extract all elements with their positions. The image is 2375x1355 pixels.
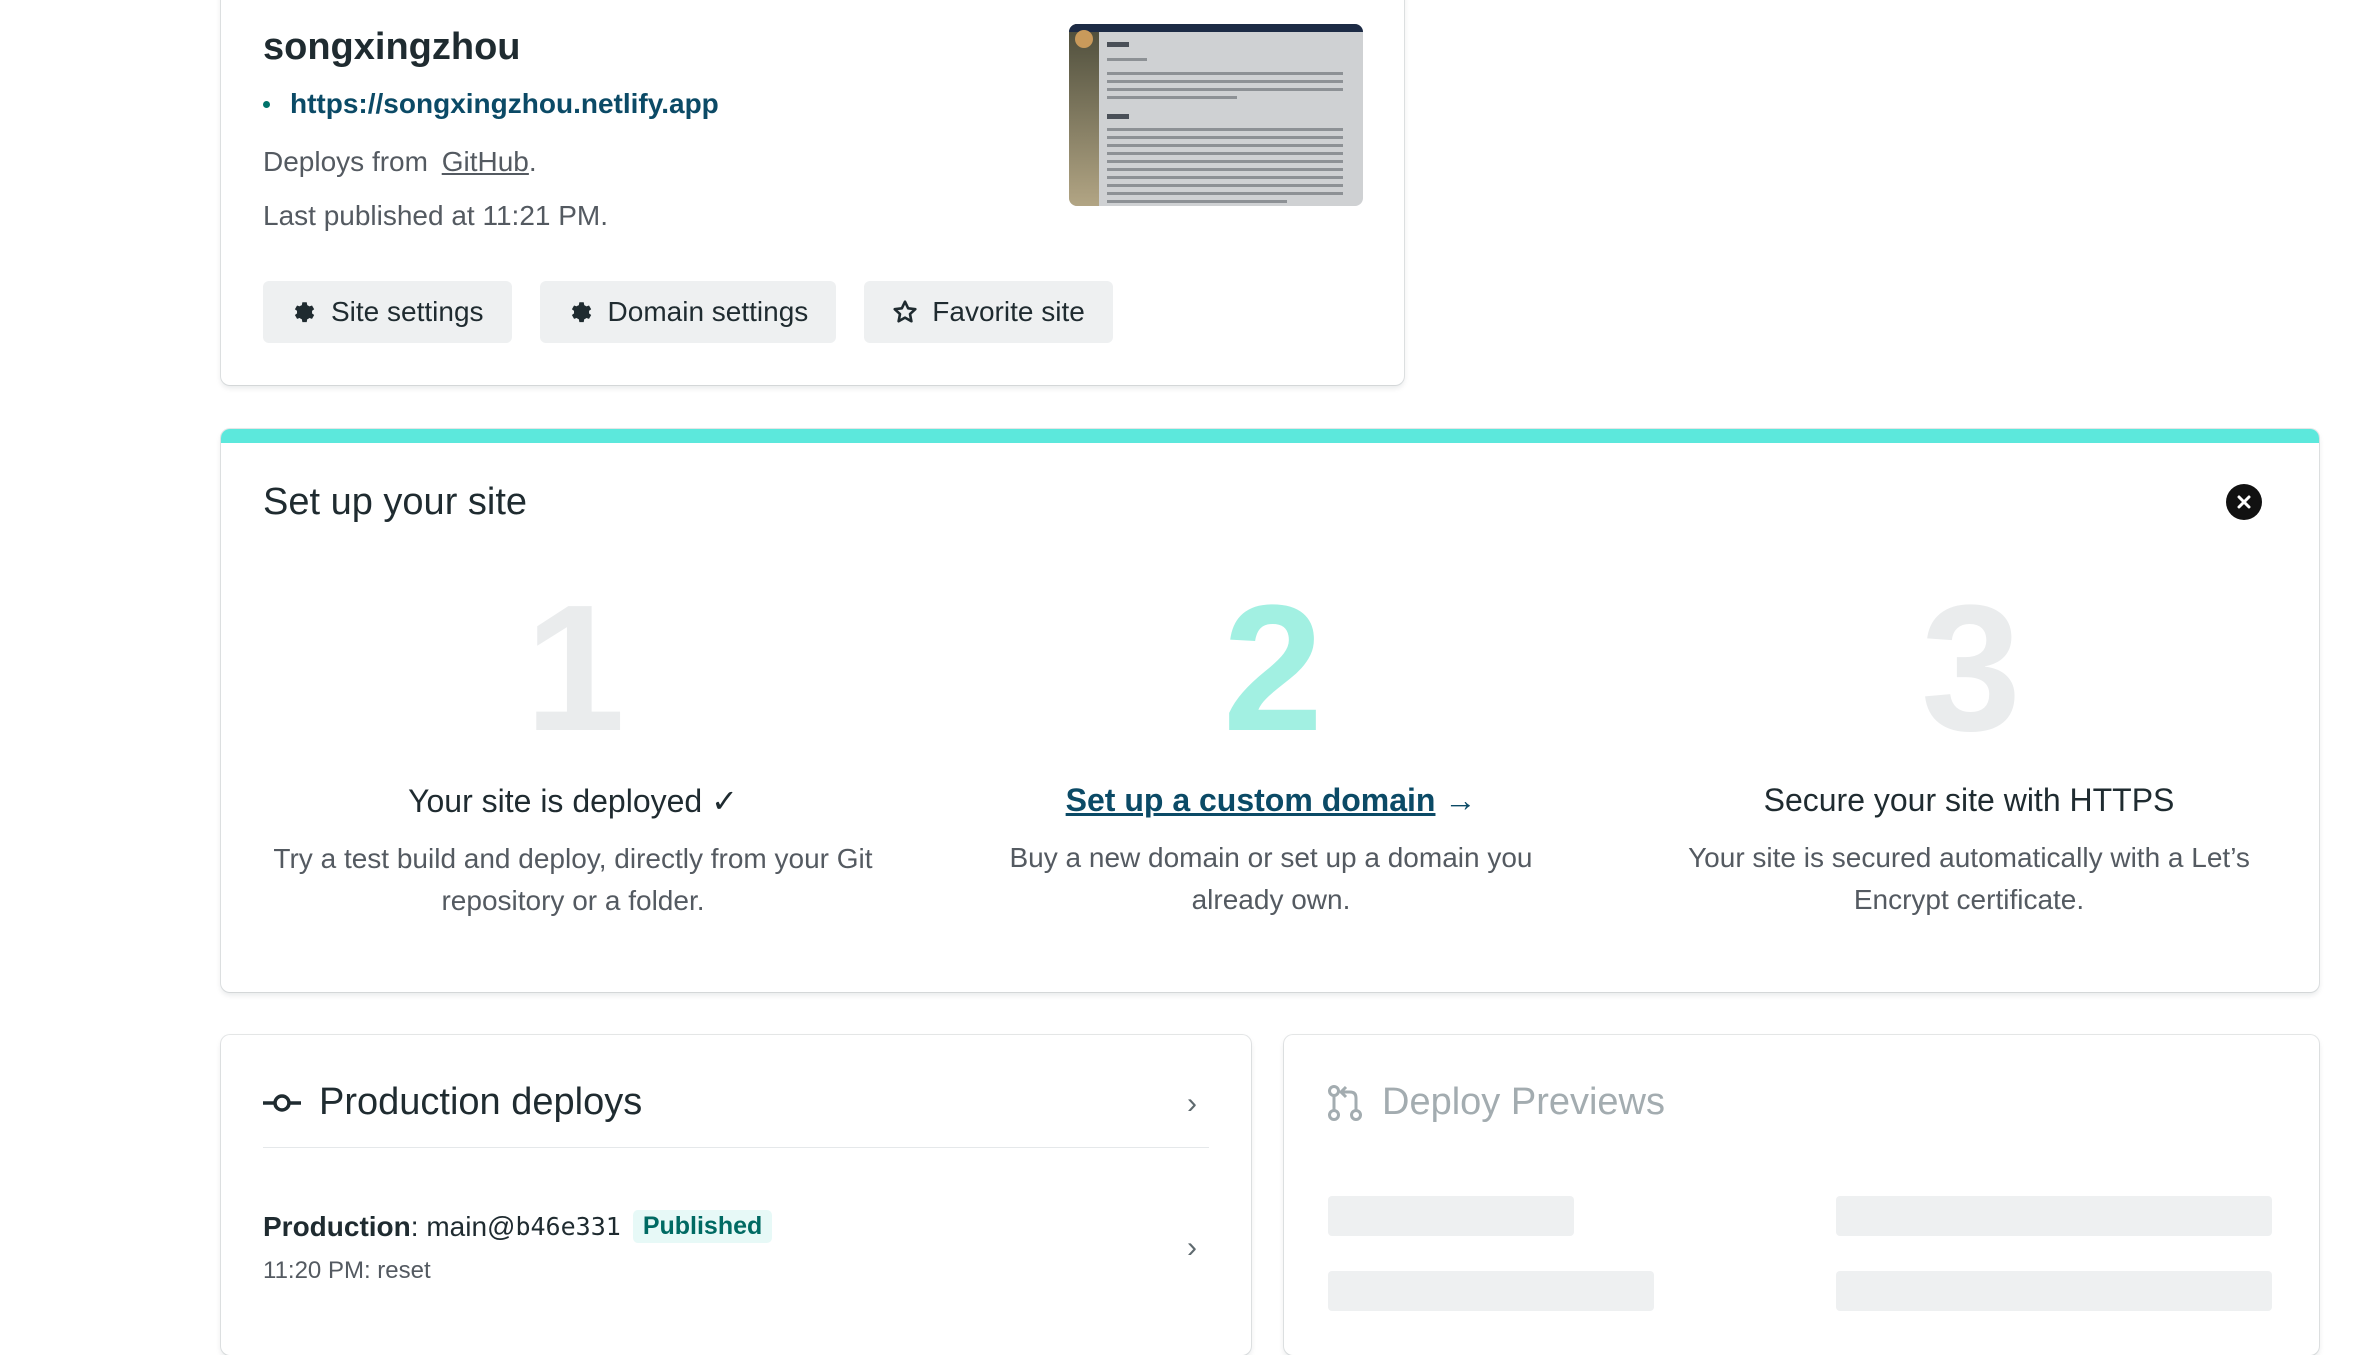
thumbnail-text-line: [1107, 184, 1343, 187]
accent-strip: [221, 429, 2319, 443]
dismiss-setup-button[interactable]: [2226, 484, 2262, 520]
github-link[interactable]: GitHub: [442, 146, 529, 177]
step-number: 1: [524, 568, 625, 769]
thumbnail-text-line: [1107, 136, 1343, 139]
step-description: Try a test build and deploy, directly fr…: [273, 843, 873, 916]
deploy-previews-header: Deploy Previews: [1326, 1081, 1665, 1124]
thumbnail-text-line: [1107, 176, 1343, 179]
arrow-right-icon: →: [1435, 782, 1477, 818]
commit-icon: [263, 1093, 301, 1112]
thumbnail-text-line: [1107, 80, 1343, 83]
site-action-buttons: Site settings Domain settings Favorite s…: [263, 281, 1113, 343]
deploy-branch: main@: [426, 1210, 516, 1242]
thumbnail-text-line: [1107, 128, 1343, 131]
production-deploys-title: Production deploys: [319, 1081, 643, 1123]
thumbnail-text-line: [1107, 144, 1343, 147]
step-number: 2: [1222, 568, 1323, 769]
thumbnail-heading: [1107, 42, 1129, 47]
site-preview-thumbnail[interactable]: [1069, 24, 1363, 206]
favorite-site-button[interactable]: Favorite site: [864, 281, 1113, 343]
setup-custom-domain-link[interactable]: Set up a custom domain →: [961, 782, 1581, 819]
deploy-row[interactable]: Production: main@ b46e331 Published: [263, 1210, 773, 1243]
gear-icon: [571, 302, 591, 323]
thumbnail-avatar: [1075, 30, 1093, 48]
thumbnail-text-line: [1107, 152, 1343, 155]
site-url-row: https://songxingzhou.netlify.app: [263, 88, 719, 120]
step-description: Buy a new domain or set up a domain you …: [1009, 842, 1533, 915]
setup-title: Set up your site: [263, 481, 528, 523]
step-https: 3 Secure your site with HTTPS Your site …: [1659, 568, 2279, 921]
production-deploys-header[interactable]: Production deploys: [263, 1081, 642, 1124]
bullet-icon: [263, 100, 270, 108]
thumbnail-text-line: [1107, 200, 1287, 203]
deploy-context: Production: [263, 1210, 411, 1242]
chevron-right-icon[interactable]: ›: [1187, 1231, 1197, 1265]
pull-request-icon: [1328, 1084, 1362, 1121]
thumbnail-text-line: [1107, 72, 1343, 75]
star-icon: [893, 300, 917, 323]
step-title: Secure your site with HTTPS: [1763, 782, 2175, 818]
deploy-source: Deploys from GitHub.: [263, 146, 537, 178]
thumbnail-sidebar: [1069, 24, 1099, 206]
favorite-site-label: Favorite site: [932, 296, 1085, 327]
thumbnail-text-line: [1107, 160, 1343, 163]
step-title: Your site is deployed ✓: [408, 783, 738, 819]
step-custom-domain: 2 Set up a custom domain → Buy a new dom…: [961, 568, 1581, 921]
deploy-previews-title: Deploy Previews: [1382, 1081, 1665, 1123]
thumbnail-text-line: [1107, 88, 1343, 91]
deploy-source-suffix: .: [528, 146, 537, 177]
step-description: Your site is secured automatically with …: [1688, 842, 2250, 915]
gear-icon: [294, 302, 315, 323]
chevron-right-icon[interactable]: ›: [1187, 1087, 1197, 1121]
thumbnail-text-line: [1107, 58, 1147, 61]
site-settings-label: Site settings: [331, 296, 484, 327]
site-overview-card: songxingzhou https://songxingzhou.netlif…: [221, 0, 1404, 385]
thumbnail-text-line: [1107, 192, 1343, 195]
deploy-commit: b46e331: [515, 1212, 621, 1241]
loading-placeholder: [1328, 1271, 1654, 1311]
domain-settings-label: Domain settings: [607, 296, 809, 327]
site-url-link[interactable]: https://songxingzhou.netlify.app: [290, 88, 719, 120]
loading-placeholder: [1836, 1271, 2272, 1311]
production-deploys-card: Production deploys › Production: main@ b4…: [221, 1035, 1251, 1355]
loading-placeholder: [1328, 1196, 1574, 1236]
step-number: 3: [1920, 568, 2021, 769]
thumbnail-text-line: [1107, 168, 1343, 171]
thumbnail-heading: [1107, 114, 1129, 119]
close-icon: [2237, 495, 2251, 509]
deploy-source-prefix: Deploys from: [263, 146, 428, 177]
site-settings-button[interactable]: Site settings: [263, 281, 512, 343]
loading-placeholder: [1836, 1196, 2272, 1236]
thumbnail-topbar: [1069, 24, 1363, 32]
deploy-previews-card: Deploy Previews: [1284, 1035, 2319, 1355]
step-deployed: 1 Your site is deployed ✓ Try a test bui…: [263, 568, 883, 922]
deploy-separator: :: [410, 1210, 427, 1242]
divider: [263, 1147, 1209, 1148]
site-name: songxingzhou: [263, 26, 521, 68]
setup-your-site-card: Set up your site 1 Your site is deployed…: [221, 429, 2319, 992]
status-badge: Published: [632, 1210, 773, 1243]
deploy-meta: 11:20 PM: reset: [263, 1257, 431, 1284]
step-title: Set up a custom domain: [1065, 782, 1436, 818]
last-published: Last published at 11:21 PM.: [263, 200, 609, 231]
domain-settings-button[interactable]: Domain settings: [539, 281, 837, 343]
thumbnail-text-line: [1107, 96, 1237, 99]
